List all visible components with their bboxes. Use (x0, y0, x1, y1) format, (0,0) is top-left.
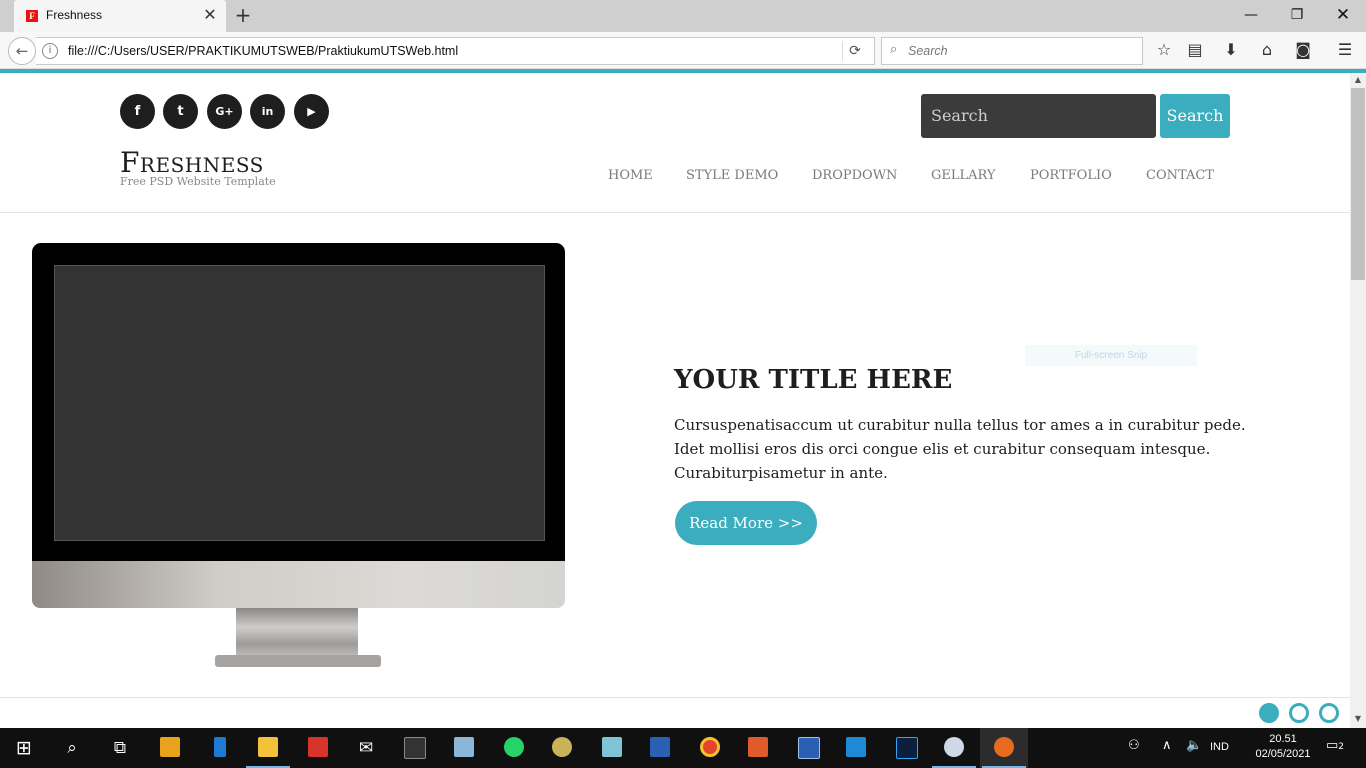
info-icon[interactable]: i (42, 43, 58, 59)
tab-title: Freshness (46, 8, 103, 22)
read-more-button[interactable]: Read More >> (675, 501, 817, 545)
site-search-button[interactable]: Search (1160, 94, 1230, 138)
start-windows-icon[interactable]: ⊞ (0, 728, 48, 768)
url-bar[interactable]: i file:///C:/Users/USER/PRAKTIKUMUTSWEB/… (36, 37, 875, 65)
notification-icon[interactable]: ▭2 (1326, 738, 1344, 753)
hero-title: YOUR TITLE HERE (674, 365, 953, 395)
nav-gellary[interactable]: GELLARY (931, 168, 996, 183)
facebook-icon[interactable]: f (120, 94, 155, 129)
terminal-icon[interactable] (390, 728, 438, 768)
gift-icon[interactable] (294, 728, 342, 768)
section-divider (0, 697, 1350, 698)
browser-tab[interactable]: F Freshness ✕ (14, 0, 226, 32)
app-icon[interactable] (588, 728, 636, 768)
task-view-icon[interactable]: ⧉ (96, 728, 144, 768)
clock[interactable]: 20.51 02/05/2021 (1246, 732, 1320, 762)
youtube-icon[interactable]: ▶ (294, 94, 329, 129)
nav-style-demo[interactable]: STYLE DEMO (686, 168, 778, 183)
monitor-image-chin (32, 561, 565, 608)
scroll-up-icon[interactable]: ▲ (1350, 73, 1366, 87)
word-icon[interactable] (636, 728, 684, 768)
paint-icon[interactable] (538, 728, 586, 768)
home-icon[interactable]: ⌂ (1254, 39, 1280, 61)
nav-contact[interactable]: CONTACT (1146, 168, 1214, 183)
window-close-icon[interactable]: ✕ (1320, 0, 1366, 30)
twitter-icon[interactable]: t (163, 94, 198, 129)
header-divider (0, 212, 1350, 213)
google-plus-icon[interactable]: G+ (207, 94, 242, 129)
clock-date: 02/05/2021 (1255, 748, 1311, 760)
hero-text: Cursuspenatisaccum ut curabitur nulla te… (674, 416, 1246, 482)
reading-list-icon[interactable]: ▤ (1182, 39, 1208, 61)
browser-search-placeholder: Search (908, 44, 948, 58)
tab-close-icon[interactable]: ✕ (200, 4, 220, 26)
site-search-input[interactable]: Search (921, 94, 1156, 138)
scroll-down-icon[interactable]: ▼ (1350, 712, 1366, 726)
browser-tab-bar: F Freshness ✕ + — ❐ ✕ (0, 0, 1366, 32)
restore-icon[interactable]: ❐ (1274, 0, 1320, 30)
nav-home[interactable]: HOME (608, 168, 653, 183)
new-tab-icon[interactable]: + (232, 4, 254, 26)
nav-portfolio[interactable]: PORTFOLIO (1030, 168, 1112, 183)
slider-dot-3[interactable] (1319, 703, 1339, 723)
star-icon[interactable]: ☆ (1151, 39, 1177, 61)
slider-dot-1[interactable] (1259, 703, 1279, 723)
monitor-image-screen (54, 265, 545, 541)
linkedin-icon[interactable]: in (250, 94, 285, 129)
pocket-icon[interactable]: ◙ (1290, 39, 1316, 61)
back-arrow-icon[interactable]: ← (8, 37, 36, 65)
favicon-icon: F (26, 10, 38, 22)
nav-dropdown[interactable]: DROPDOWN (812, 168, 897, 183)
scrollbar-thumb[interactable] (1351, 88, 1365, 280)
web-page: f t G+ in ▶ Search Search Freshness Free… (0, 73, 1350, 728)
whatsapp-icon[interactable] (490, 728, 538, 768)
menu-icon[interactable]: ☰ (1332, 39, 1358, 61)
download-icon[interactable]: ⬇ (1218, 39, 1244, 61)
app-icon[interactable] (930, 728, 978, 768)
word-document-icon[interactable] (784, 728, 832, 768)
store-icon[interactable] (146, 728, 194, 768)
app-icon[interactable] (734, 728, 782, 768)
browser-search-input[interactable]: ⌕ Search (881, 37, 1143, 65)
chevron-up-icon[interactable]: ∧ (1162, 738, 1172, 753)
clock-time: 20.51 (1269, 733, 1297, 745)
reload-icon[interactable]: ⟳ (842, 41, 867, 61)
minimize-icon[interactable]: — (1228, 0, 1274, 30)
app-icon[interactable] (196, 728, 244, 768)
url-text[interactable]: file:///C:/Users/USER/PRAKTIKUMUTSWEB/Pr… (68, 44, 458, 58)
monitor-image-base (215, 655, 381, 667)
volume-icon[interactable]: 🔈 (1186, 738, 1202, 753)
language-indicator[interactable]: IND (1210, 741, 1229, 753)
virtualbox-icon[interactable] (440, 728, 488, 768)
notification-count: 2 (1338, 742, 1345, 752)
search-icon: ⌕ (890, 42, 898, 57)
slider-dot-2[interactable] (1289, 703, 1309, 723)
photoshop-icon[interactable] (882, 728, 930, 768)
search-icon[interactable]: ⌕ (48, 728, 96, 768)
site-tagline: Free PSD Website Template (120, 175, 276, 188)
vscode-icon[interactable] (832, 728, 880, 768)
windows-taskbar: ⊞ ⌕ ⧉ ✉ ⚇ ∧ 🔈 IND 20.51 02/05/2021 ▭2 (0, 728, 1366, 768)
people-icon[interactable]: ⚇ (1128, 738, 1140, 753)
file-explorer-icon[interactable] (244, 728, 292, 768)
snip-overlay-label: Full-screen Snip (1025, 345, 1197, 366)
chrome-icon[interactable] (686, 728, 734, 768)
monitor-image-stand (236, 608, 358, 656)
mail-icon[interactable]: ✉ (342, 728, 390, 768)
firefox-icon[interactable] (980, 728, 1028, 768)
